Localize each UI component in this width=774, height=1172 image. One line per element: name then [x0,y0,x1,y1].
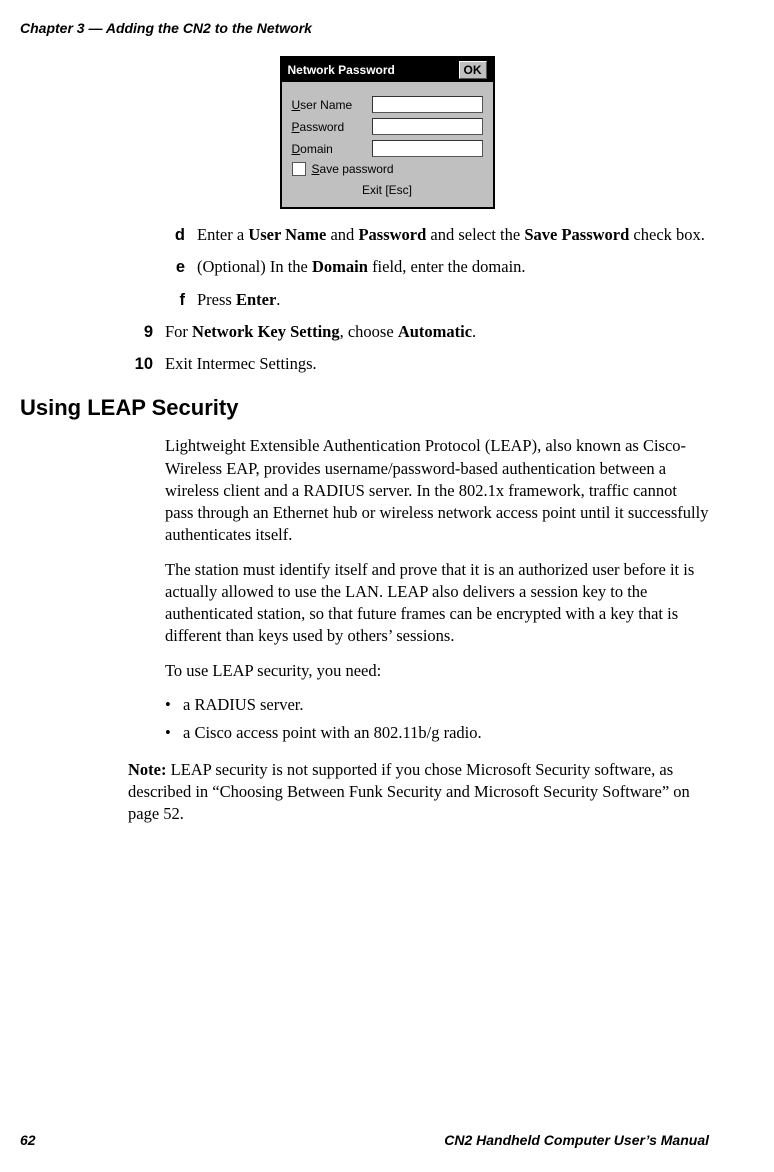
dialog-ok-button: OK [459,61,487,79]
step-9: 9 For Network Key Setting, choose Automa… [165,321,709,343]
network-password-dialog: Network Password OK User Name Password D… [280,56,495,209]
page-footer: 62 CN2 Handheld Computer User’s Manual [0,1132,774,1148]
paragraph: Lightweight Extensible Authentication Pr… [165,435,709,546]
bullet-dot: • [165,694,183,716]
dialog-title-text: Network Password [288,63,395,77]
section-heading: Using LEAP Security [20,395,774,421]
label-domain: Domain [292,142,372,156]
dialog-row-password: Password [292,118,483,135]
step-text: Press Enter. [197,289,709,311]
step-text: Exit Intermec Settings. [165,353,709,375]
dialog-row-save: Save password [292,162,483,176]
step-text: (Optional) In the Domain field, enter th… [197,256,709,278]
content-area: d Enter a User Name and Password and sel… [0,224,774,375]
dialog-body: User Name Password Domain Save password … [282,82,493,207]
label-password: Password [292,120,372,134]
step-text: Enter a User Name and Password and selec… [197,224,709,246]
section-body: Lightweight Extensible Authentication Pr… [0,435,774,825]
paragraph: To use LEAP security, you need: [165,660,709,682]
step-e: e (Optional) In the Domain field, enter … [165,256,709,278]
note: Note: LEAP security is not supported if … [120,759,709,826]
bullet-dot: • [165,722,183,744]
manual-title: CN2 Handheld Computer User’s Manual [444,1132,709,1148]
dialog-row-domain: Domain [292,140,483,157]
paragraph: The station must identify itself and pro… [165,559,709,648]
step-marker: f [165,289,197,311]
step-number: 9 [133,321,165,343]
note-text: Note: LEAP security is not supported if … [128,759,709,826]
dialog-titlebar: Network Password OK [282,58,493,82]
label-save-password: Save password [312,162,394,176]
step-10: 10 Exit Intermec Settings. [165,353,709,375]
dialog-exit-text: Exit [Esc] [292,181,483,201]
bullet-item: • a RADIUS server. [165,694,709,716]
bullet-list: • a RADIUS server. • a Cisco access poin… [165,694,709,745]
bullet-item: • a Cisco access point with an 802.11b/g… [165,722,709,744]
step-marker: e [165,256,197,278]
bullet-text: a RADIUS server. [183,694,304,716]
bullet-text: a Cisco access point with an 802.11b/g r… [183,722,482,744]
step-text: For Network Key Setting, choose Automati… [165,321,709,343]
step-number: 10 [133,353,165,375]
checkbox-save-password [292,162,306,176]
input-username [372,96,483,113]
input-password [372,118,483,135]
page-number: 62 [20,1132,36,1148]
input-domain [372,140,483,157]
step-f: f Press Enter. [165,289,709,311]
label-username: User Name [292,98,372,112]
step-marker: d [165,224,197,246]
step-d: d Enter a User Name and Password and sel… [165,224,709,246]
dialog-row-username: User Name [292,96,483,113]
page-header: Chapter 3 — Adding the CN2 to the Networ… [0,0,774,36]
